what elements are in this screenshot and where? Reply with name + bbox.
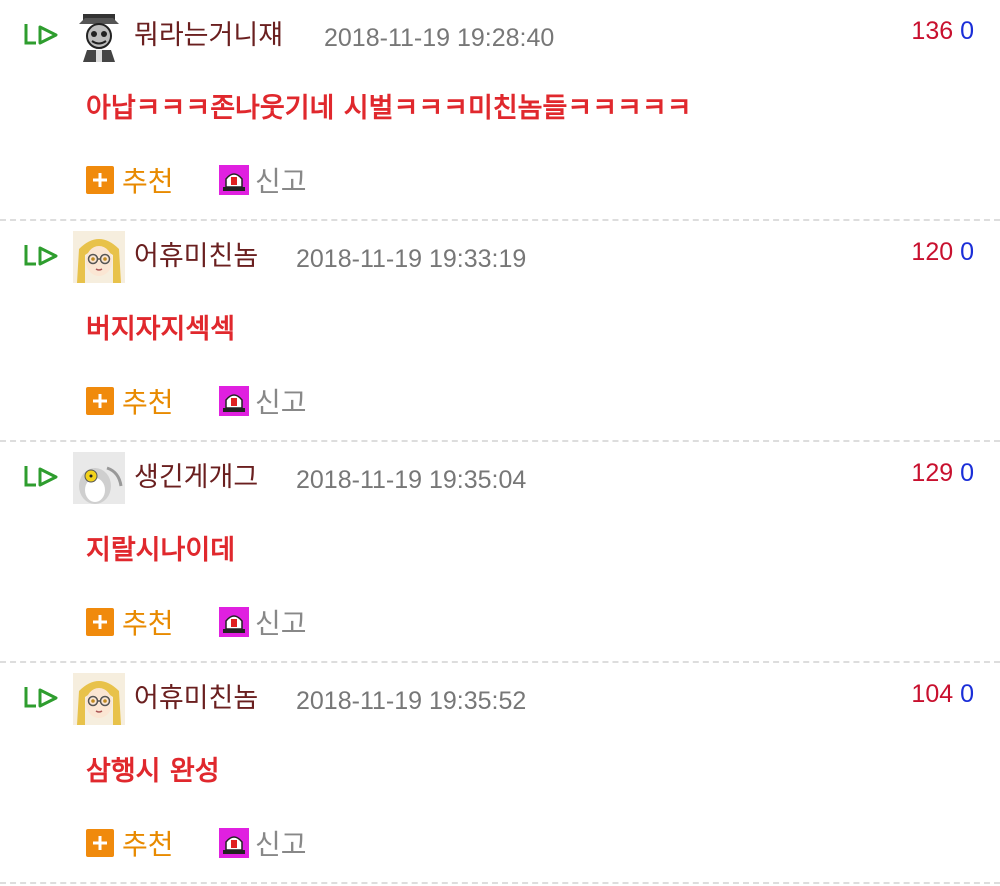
- reply-arrow-icon: [24, 24, 58, 45]
- siren-icon: [219, 607, 249, 637]
- plus-icon: [86, 387, 114, 415]
- nickname[interactable]: 뭐라는거니쟤: [134, 19, 283, 53]
- downvote-count: 0: [960, 17, 974, 45]
- comment-item: 뭐라는거니쟤 2018-11-19 19:28:40 136 0 아납ㅋㅋㅋ존나…: [0, 0, 1000, 221]
- vote-counts: 136 0: [911, 14, 974, 48]
- reply-arrow-icon: [24, 687, 58, 708]
- comment-item: 생긴게개그 2018-11-19 19:35:04 129 0 지랄시나이데 추…: [0, 442, 1000, 663]
- vote-counts: 104 0: [911, 677, 974, 711]
- comment-datetime: 2018-11-19 19:35:52: [296, 687, 527, 715]
- report-button[interactable]: 신고: [219, 823, 307, 863]
- comment-body: 지랄시나이데: [86, 535, 236, 566]
- downvote-count: 0: [960, 680, 974, 708]
- upvote-count: 104: [911, 680, 954, 708]
- avatar[interactable]: [73, 10, 125, 62]
- recommend-button[interactable]: 추천: [86, 160, 174, 200]
- report-label: 신고: [255, 607, 307, 640]
- downvote-count: 0: [960, 459, 974, 487]
- recommend-label: 추천: [122, 607, 174, 640]
- comment-body: 아납ㅋㅋㅋ존나웃기네 시벌ㅋㅋㅋ미친놈들ㅋㅋㅋㅋㅋ: [86, 93, 692, 124]
- vote-counts: 129 0: [911, 456, 974, 490]
- upvote-count: 129: [911, 459, 954, 487]
- avatar[interactable]: [73, 673, 125, 725]
- plus-icon: [86, 829, 114, 857]
- comment-item: 어휴미친놈 2018-11-19 19:33:19 120 0 버지자지섹섹 추…: [0, 221, 1000, 442]
- downvote-count: 0: [960, 238, 974, 266]
- nickname[interactable]: 생긴게개그: [134, 461, 258, 495]
- plus-icon: [86, 608, 114, 636]
- report-label: 신고: [255, 165, 307, 198]
- reply-arrow-icon: [24, 466, 58, 487]
- recommend-label: 추천: [122, 828, 174, 861]
- comment-item: 어휴미친놈 2018-11-19 19:35:52 104 0 삼행시 완성 추…: [0, 663, 1000, 884]
- vote-counts: 120 0: [911, 235, 974, 269]
- upvote-count: 136: [911, 17, 954, 45]
- report-button[interactable]: 신고: [219, 381, 307, 421]
- nickname[interactable]: 어휴미친놈: [134, 682, 258, 716]
- avatar[interactable]: [73, 452, 125, 504]
- siren-icon: [219, 386, 249, 416]
- recommend-button[interactable]: 추천: [86, 823, 174, 863]
- recommend-label: 추천: [122, 165, 174, 198]
- report-button[interactable]: 신고: [219, 160, 307, 200]
- siren-icon: [219, 165, 249, 195]
- upvote-count: 120: [911, 238, 954, 266]
- plus-icon: [86, 166, 114, 194]
- report-button[interactable]: 신고: [219, 602, 307, 642]
- recommend-button[interactable]: 추천: [86, 381, 174, 421]
- comment-body: 버지자지섹섹: [86, 314, 236, 345]
- comment-body: 삼행시 완성: [86, 756, 220, 787]
- siren-icon: [219, 828, 249, 858]
- nickname[interactable]: 어휴미친놈: [134, 240, 258, 274]
- comment-datetime: 2018-11-19 19:33:19: [296, 245, 527, 273]
- comment-datetime: 2018-11-19 19:28:40: [324, 24, 555, 52]
- report-label: 신고: [255, 828, 307, 861]
- recommend-button[interactable]: 추천: [86, 602, 174, 642]
- reply-arrow-icon: [24, 245, 58, 266]
- report-label: 신고: [255, 386, 307, 419]
- avatar[interactable]: [73, 231, 125, 283]
- comment-datetime: 2018-11-19 19:35:04: [296, 466, 527, 494]
- recommend-label: 추천: [122, 386, 174, 419]
